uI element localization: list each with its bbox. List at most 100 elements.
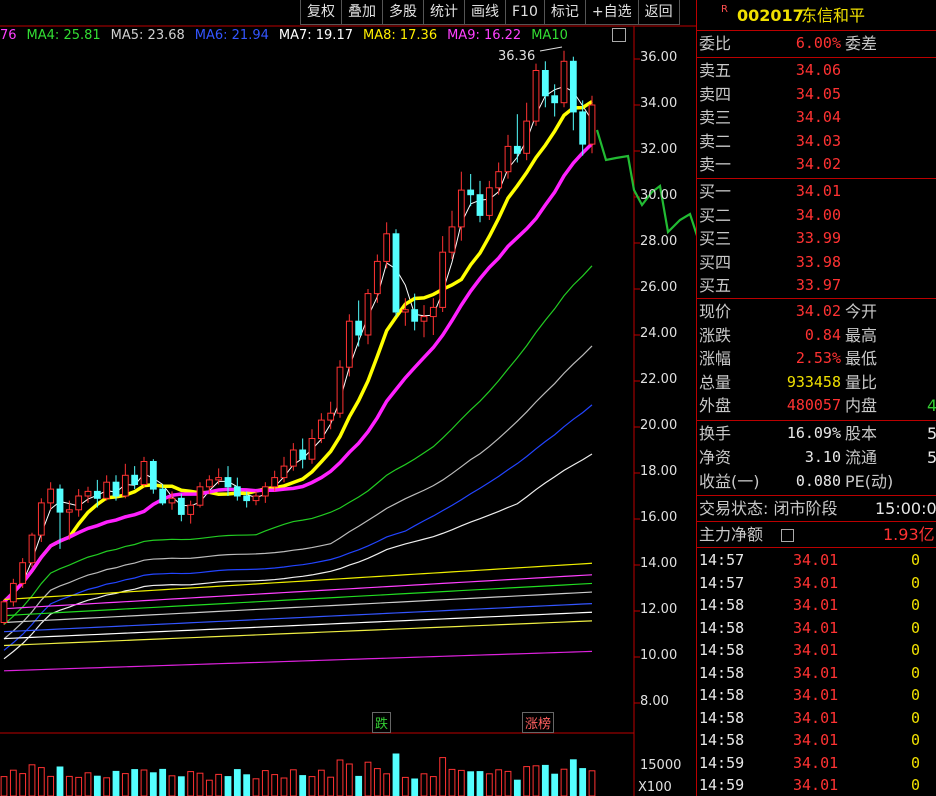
candle-body	[541, 70, 549, 97]
candle-body	[439, 251, 447, 308]
candle-body	[56, 488, 64, 513]
ma-legend-item: MA10	[531, 28, 568, 43]
volume-bar	[93, 775, 101, 796]
volume-bar	[243, 774, 251, 796]
candle-body	[523, 120, 531, 154]
volume-bar	[541, 764, 549, 796]
candle-body	[327, 412, 335, 421]
toolbar-button-5[interactable]: F10	[505, 0, 544, 25]
candle-body	[579, 111, 587, 145]
tag-die[interactable]: 跌	[372, 712, 392, 733]
volume-bar	[47, 775, 55, 796]
volume-bar	[168, 775, 176, 796]
ma-legend-item: MA9: 16.22	[447, 28, 522, 43]
candle-body	[177, 497, 185, 515]
candle-body	[65, 509, 73, 513]
ma-line	[3, 562, 593, 601]
volume-bar	[513, 779, 521, 796]
volume-bar	[345, 763, 353, 796]
candle-body	[37, 502, 45, 536]
volume-bar	[523, 766, 531, 796]
kline-chart-area[interactable]: 复权 叠加 多股 统计 画线 F10 标记 +自选 返回 76 MA4: 25.81 MA5: 23…	[0, 0, 696, 796]
toolbar-button-1[interactable]: 叠加	[341, 0, 382, 25]
candle-body	[420, 316, 428, 322]
tick-row: 14:58 34.01 0	[699, 596, 921, 614]
candle-body	[588, 104, 596, 145]
candle-body	[243, 495, 251, 502]
toolbar-button-8[interactable]: 返回	[637, 0, 680, 25]
settings-icon[interactable]	[612, 28, 626, 42]
toolbar-button-3[interactable]: 统计	[423, 0, 464, 25]
volume-bar	[103, 777, 111, 796]
price-tick-label: 16.00	[640, 510, 678, 525]
book-label: 卖四	[699, 84, 732, 104]
tick-row: 14:57 34.01 0	[699, 573, 921, 592]
sell-level-3[interactable]: 卖三 34.04	[697, 106, 936, 129]
toolbar-button-6[interactable]: 标记	[543, 0, 585, 25]
price-tick-label: 12.00	[640, 602, 678, 617]
volume-bar	[401, 776, 409, 796]
main-flow-row[interactable]: 主力净额 1.93亿	[697, 523, 936, 546]
candle-body	[261, 486, 269, 497]
tag-zhangbang[interactable]: 涨榜	[522, 712, 555, 733]
volume-bar	[429, 776, 437, 796]
book-label: 卖三	[699, 108, 732, 128]
sell-level-5[interactable]: 卖五 34.06	[697, 59, 936, 82]
toolbar-button-0[interactable]: 复权	[300, 0, 341, 25]
volume-bar	[448, 768, 456, 796]
book-label: 卖二	[699, 131, 732, 151]
candle-body	[47, 488, 55, 504]
book-label: 买一	[699, 182, 732, 201]
volume-bar	[224, 776, 232, 796]
tick-row: 14:58 34.01 0	[699, 686, 921, 704]
volume-bar	[28, 764, 36, 796]
price-tick-label: 30.00	[640, 188, 678, 203]
stock-title: R 002017 东信和平	[697, 3, 936, 29]
price-tick-label: 34.00	[640, 96, 678, 111]
price-tick-label: 22.00	[640, 372, 678, 387]
kline-chart-svg[interactable]	[0, 0, 696, 796]
volume-bar	[0, 776, 8, 796]
candle-body	[476, 194, 484, 216]
toolbar-button-2[interactable]: 多股	[382, 0, 423, 25]
ma-line	[3, 650, 593, 672]
candle-body	[187, 504, 195, 515]
volume-bar	[205, 779, 213, 796]
candle-body	[299, 449, 307, 460]
candle-body	[140, 461, 148, 485]
price-tick-label: 36.00	[640, 50, 678, 65]
ma-line	[3, 620, 593, 647]
candle-body	[112, 481, 120, 497]
volume-bar	[289, 769, 297, 796]
buy-level-1[interactable]: 买一 34.01	[697, 180, 936, 203]
sell-level-4[interactable]: 卖四 34.05	[697, 83, 936, 106]
book-price: 33.99	[795, 229, 841, 248]
volume-bar	[317, 769, 325, 796]
buy-level-5[interactable]: 买五 33.97	[697, 274, 936, 297]
buy-level-3[interactable]: 买三 33.99	[697, 227, 936, 250]
volume-bar	[355, 775, 363, 796]
candle-body	[383, 233, 391, 262]
candle-body	[289, 449, 297, 467]
volume-bar	[336, 759, 344, 796]
candle-body	[513, 145, 521, 154]
toolbar-button-4[interactable]: 画线	[464, 0, 505, 25]
candle-body	[364, 293, 372, 336]
book-label: 卖一	[699, 155, 732, 175]
book-label: 卖五	[699, 61, 732, 80]
buy-level-2[interactable]: 买二 34.00	[697, 204, 936, 227]
sell-level-2[interactable]: 卖二 34.03	[697, 130, 936, 153]
candle-body	[149, 461, 157, 490]
candle-body	[19, 562, 27, 584]
sell-level-1[interactable]: 卖一 34.02	[697, 153, 936, 176]
candle-body	[336, 366, 344, 414]
volume-unit-label: X100	[638, 780, 672, 795]
candle-body	[411, 309, 419, 322]
buy-level-4[interactable]: 买四 33.98	[697, 251, 936, 274]
candle-body	[401, 309, 409, 313]
toolbar-button-7[interactable]: +自选	[584, 0, 638, 25]
fundamental-row: 换手16.09%股本5	[699, 424, 936, 443]
volume-bar	[383, 773, 391, 796]
candle-body	[0, 601, 8, 623]
volume-bar	[392, 753, 400, 796]
